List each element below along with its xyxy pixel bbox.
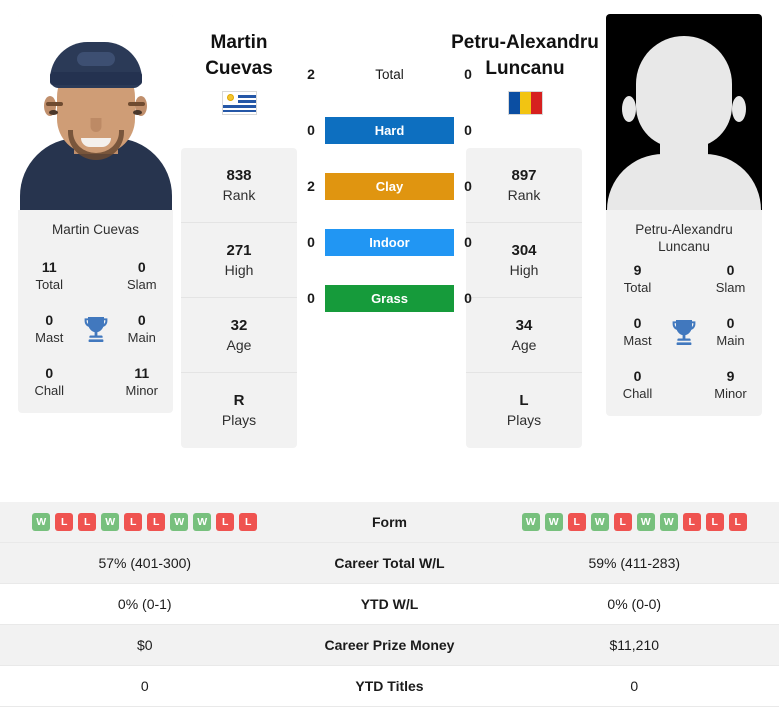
stat-rank-left: 838 Rank [181, 148, 297, 223]
form-badge-win: W [636, 513, 655, 531]
form-badge-win: W [101, 513, 120, 531]
table-row-form: WLLWLLWWLL Form WWLWLWWLLL [0, 502, 779, 543]
titles-total-right: 9 Total [623, 262, 652, 295]
form-badge-win: W [521, 513, 540, 531]
h2h-label-hard[interactable]: Hard [325, 116, 454, 144]
form-strip-right: WWLWLWWLLL [521, 513, 747, 531]
form-badge-loss: L [567, 513, 586, 531]
form-badge-loss: L [78, 513, 97, 531]
head-to-head-surfaces: 2 Total 0 0 Hard 0 2 Clay 0 0 Indoor 0 0 [297, 60, 482, 312]
h2h-row-indoor[interactable]: 0 Indoor 0 [297, 228, 482, 256]
titles-minor-right: 9 Minor [714, 368, 747, 401]
ytd-wl-left: 0% (0-1) [117, 596, 172, 612]
row-label-career-wl: Career Total W/L [334, 555, 445, 571]
comparison-table: WLLWLLWWLL Form WWLWLWWLLL 57% (401-300)… [0, 502, 779, 707]
form-badge-loss: L [239, 513, 258, 531]
player-stats-column-right: 897 Rank 304 High 34 Age L Plays [466, 148, 582, 448]
h2h-label-clay[interactable]: Clay [325, 172, 454, 200]
player-first-name-right: Petru-Alexandru [451, 32, 599, 53]
table-row-ytd-titles: 0 YTD Titles 0 [0, 666, 779, 707]
form-badge-loss: L [613, 513, 632, 531]
player-stats-column-left: 838 Rank 271 High 32 Age R Plays [181, 148, 297, 448]
stat-plays-right: L Plays [466, 373, 582, 448]
trophy-icon [73, 315, 119, 343]
form-badge-loss: L [55, 513, 74, 531]
form-badge-win: W [170, 513, 189, 531]
stat-age-right: 34 Age [466, 298, 582, 373]
form-badge-win: W [193, 513, 212, 531]
form-badge-loss: L [728, 513, 747, 531]
titles-grid-left: 11 Total 0 Slam 0 Mast 0 Main 0 Chall 11… [18, 256, 173, 413]
stat-plays-left: R Plays [181, 373, 297, 448]
prize-money-right: $11,210 [609, 637, 660, 653]
table-row-career-wl: 57% (401-300) Career Total W/L 59% (411-… [0, 543, 779, 584]
ytd-wl-right: 0% (0-0) [607, 596, 662, 612]
trophy-icon [661, 318, 707, 346]
row-label-ytd-wl: YTD W/L [360, 596, 419, 612]
h2h-row-clay[interactable]: 2 Clay 0 [297, 172, 482, 200]
titles-slam-left: 0 Slam [126, 259, 157, 292]
player-profile-card-right[interactable]: Petru-Alexandru Luncanu 9 Total 0 Slam 0… [606, 14, 762, 416]
row-label-ytd-titles: YTD Titles [355, 678, 424, 694]
ytd-titles-left: 0 [140, 678, 149, 694]
stat-high-right: 304 High [466, 223, 582, 298]
h2h-label-indoor[interactable]: Indoor [325, 228, 454, 256]
titles-chall-left: 0 Chall [34, 365, 65, 398]
form-cell-left: WLLWLLWWLL [0, 513, 290, 531]
uruguay-flag [221, 91, 257, 115]
form-badge-win: W [32, 513, 51, 531]
h2h-row-grass[interactable]: 0 Grass 0 [297, 284, 482, 312]
stat-high-left: 271 High [181, 223, 297, 298]
player-comparison-page: Martin Cuevas 11 Total 0 Slam 0 Mast 0 M… [0, 0, 779, 719]
player-first-name-left: Martin [210, 32, 268, 53]
career-wl-left: 57% (401-300) [98, 555, 192, 571]
comparison-header: Martin Cuevas 11 Total 0 Slam 0 Mast 0 M… [0, 0, 779, 490]
titles-minor-left: 11 Minor [125, 365, 158, 398]
titles-slam-right: 0 Slam [715, 262, 746, 295]
form-badge-win: W [590, 513, 609, 531]
table-row-prize-money: $0 Career Prize Money $11,210 [0, 625, 779, 666]
h2h-label-grass[interactable]: Grass [325, 284, 454, 312]
form-badge-loss: L [216, 513, 235, 531]
h2h-row-total: 2 Total 0 [297, 60, 482, 88]
titles-grid-right: 9 Total 0 Slam 0 Mast 0 Main 0 Chall 9 M… [606, 259, 762, 416]
prize-money-left: $0 [136, 637, 153, 653]
form-strip-left: WLLWLLWWLL [32, 513, 258, 531]
titles-chall-right: 0 Chall [622, 368, 653, 401]
h2h-label-total: Total [375, 66, 404, 82]
player-name-right: Petru-Alexandru Luncanu [635, 222, 733, 254]
form-badge-loss: L [705, 513, 724, 531]
titles-total-left: 11 Total [35, 259, 63, 292]
stat-age-left: 32 Age [181, 298, 297, 373]
titles-mast-right: 0 Mast [623, 315, 652, 348]
form-badge-win: W [544, 513, 563, 531]
ytd-titles-right: 0 [630, 678, 639, 694]
row-label-form: Form [372, 514, 407, 530]
form-badge-win: W [659, 513, 678, 531]
romania-flag [507, 91, 543, 115]
titles-mast-left: 0 Mast [35, 312, 64, 345]
form-badge-loss: L [124, 513, 143, 531]
stat-rank-right: 897 Rank [466, 148, 582, 223]
form-badge-loss: L [682, 513, 701, 531]
titles-main-left: 0 Main [127, 312, 156, 345]
titles-main-right: 0 Main [716, 315, 745, 348]
form-cell-right: WWLWLWWLLL [490, 513, 779, 531]
h2h-row-hard[interactable]: 0 Hard 0 [297, 116, 482, 144]
player-photo-right [606, 14, 762, 210]
player-name-left: Martin Cuevas [51, 222, 140, 237]
table-row-ytd-wl: 0% (0-1) YTD W/L 0% (0-0) [0, 584, 779, 625]
row-label-prize-money: Career Prize Money [324, 637, 455, 653]
form-badge-loss: L [147, 513, 166, 531]
career-wl-right: 59% (411-283) [588, 555, 681, 571]
